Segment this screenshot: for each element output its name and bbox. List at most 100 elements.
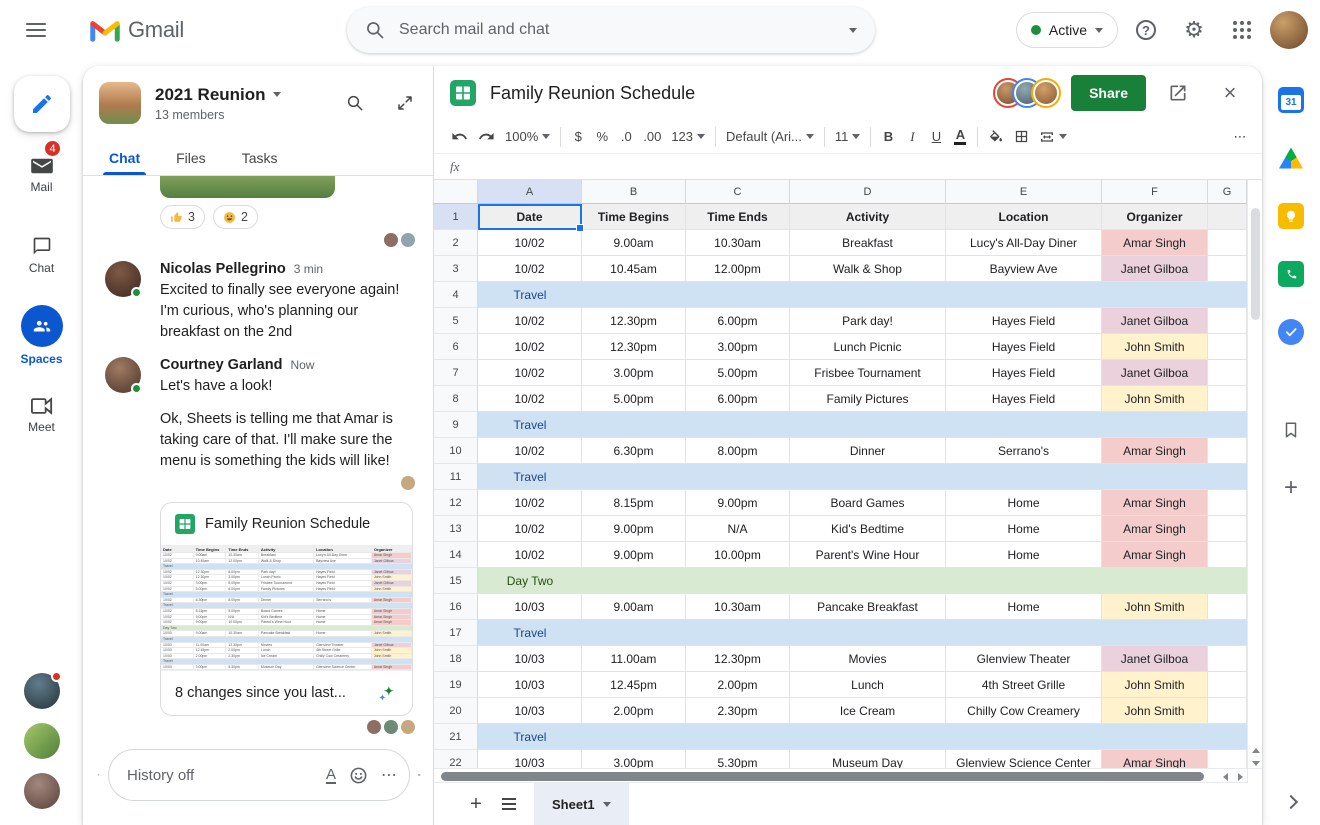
cell[interactable] xyxy=(1208,750,1247,768)
tab-files[interactable]: Files xyxy=(160,150,222,175)
undo-button[interactable] xyxy=(446,124,473,150)
cell[interactable]: 6.30pm xyxy=(582,438,686,464)
cell[interactable]: 12.30pm xyxy=(686,646,790,672)
cell[interactable]: 10/03 xyxy=(478,672,582,698)
cell[interactable]: 10/02 xyxy=(478,230,582,256)
sheet-tab-sheet1[interactable]: Sheet1 xyxy=(534,783,629,825)
cell[interactable]: 10/03 xyxy=(478,646,582,672)
cell[interactable]: John Smith xyxy=(1102,386,1208,412)
cell[interactable]: Parent's Wine Hour xyxy=(790,542,946,568)
scroll-up-icon[interactable] xyxy=(1251,748,1260,753)
status-selector[interactable]: Active xyxy=(1015,12,1118,48)
sidebar-item-mail[interactable]: Mail 4 xyxy=(0,138,83,212)
cell[interactable]: 9.00pm xyxy=(582,516,686,542)
reaction-chip-smiley[interactable]: 2 xyxy=(212,205,258,229)
cell[interactable]: Janet Gilboa xyxy=(1102,256,1208,282)
cell[interactable]: Amar Singh xyxy=(1102,438,1208,464)
merge-cells-button[interactable] xyxy=(1034,124,1072,150)
text-color-button[interactable]: A xyxy=(948,124,972,150)
cell[interactable] xyxy=(1208,698,1247,724)
space-menu-caret-icon[interactable] xyxy=(272,92,281,97)
compose-button[interactable] xyxy=(13,76,70,132)
cell[interactable]: 12.00pm xyxy=(686,256,790,282)
contact-avatar[interactable] xyxy=(23,773,60,809)
cell[interactable]: Lucy's All-Day Diner xyxy=(946,230,1102,256)
all-sheets-icon[interactable] xyxy=(502,798,516,810)
collaborator-avatar[interactable] xyxy=(1031,78,1062,108)
cell[interactable]: Walk & Shop xyxy=(790,256,946,282)
band-row[interactable]: Day Two xyxy=(478,568,1247,594)
cell[interactable]: Date xyxy=(478,204,582,230)
cell[interactable]: 10/02 xyxy=(478,334,582,360)
cell[interactable] xyxy=(1208,308,1247,334)
cell[interactable]: Hayes Field xyxy=(946,360,1102,386)
cell[interactable]: Chilly Cow Creamery xyxy=(946,698,1102,724)
fill-color-button[interactable] xyxy=(983,124,1009,150)
cell[interactable]: Frisbee Tournament xyxy=(790,360,946,386)
cell[interactable]: Amar Singh xyxy=(1102,750,1208,768)
cell[interactable]: Time Begins xyxy=(582,204,686,230)
cell[interactable]: Lunch xyxy=(790,672,946,698)
message-input[interactable]: A ⋯ xyxy=(107,749,410,801)
search-options-caret-icon[interactable] xyxy=(849,27,857,33)
increase-decimal-button[interactable]: .00 xyxy=(638,124,666,150)
cell[interactable]: 9.00pm xyxy=(582,542,686,568)
cell[interactable]: Janet Gilboa xyxy=(1102,646,1208,672)
add-sheet-button[interactable]: + xyxy=(464,792,488,816)
calendar-app-button[interactable]: 31 xyxy=(1271,80,1311,120)
message-author[interactable]: Courtney Garland xyxy=(160,357,282,373)
contact-avatar[interactable] xyxy=(23,723,60,759)
number-format-button[interactable]: 123 xyxy=(666,124,710,150)
percent-format-button[interactable]: % xyxy=(590,124,614,150)
reaction-chip-thumbs-up[interactable]: 3 xyxy=(160,205,205,229)
underline-button[interactable]: U xyxy=(924,124,948,150)
column-header-G[interactable]: G xyxy=(1208,180,1247,204)
cell[interactable]: Amar Singh xyxy=(1102,516,1208,542)
cell[interactable]: 5.00pm xyxy=(686,360,790,386)
cell[interactable] xyxy=(1208,360,1247,386)
emoji-icon[interactable] xyxy=(349,766,368,785)
vertical-scrollbar-thumb[interactable] xyxy=(1251,208,1260,320)
drive-app-button[interactable] xyxy=(1271,138,1311,178)
get-add-ons-button[interactable]: + xyxy=(1271,468,1311,508)
cell[interactable]: 9.00am xyxy=(582,594,686,620)
borders-button[interactable] xyxy=(1009,124,1034,150)
cell[interactable]: 6.00pm xyxy=(686,308,790,334)
cell[interactable]: Hayes Field xyxy=(946,386,1102,412)
cell[interactable]: Ice Cream xyxy=(790,698,946,724)
open-in-new-button[interactable] xyxy=(1158,73,1198,113)
band-row[interactable]: Travel xyxy=(478,464,1247,490)
cell[interactable]: 2.00pm xyxy=(686,672,790,698)
cell[interactable] xyxy=(1208,438,1247,464)
row-header[interactable]: 6 xyxy=(434,334,478,360)
cell[interactable]: Home xyxy=(946,594,1102,620)
cell[interactable]: Family Pictures xyxy=(790,386,946,412)
cell[interactable]: 5.30pm xyxy=(686,750,790,768)
contact-avatar[interactable] xyxy=(23,671,62,709)
tasks-app-button[interactable] xyxy=(1271,312,1311,352)
cell[interactable]: Museum Day xyxy=(790,750,946,768)
cell[interactable]: 3.00pm xyxy=(582,360,686,386)
cell[interactable]: 10/02 xyxy=(478,386,582,412)
formula-bar[interactable]: fx xyxy=(434,154,1262,180)
row-header[interactable]: 19 xyxy=(434,672,478,698)
cell[interactable]: Home xyxy=(946,542,1102,568)
row-header[interactable]: 3 xyxy=(434,256,478,282)
cell[interactable] xyxy=(1208,386,1247,412)
cell[interactable] xyxy=(1208,542,1247,568)
band-row[interactable]: Travel xyxy=(478,412,1247,438)
row-header[interactable]: 21 xyxy=(434,724,478,750)
row-header[interactable]: 18 xyxy=(434,646,478,672)
row-header[interactable]: 10 xyxy=(434,438,478,464)
zoom-select[interactable]: 100% xyxy=(500,124,555,150)
cell[interactable]: 10/02 xyxy=(478,516,582,542)
space-avatar[interactable] xyxy=(99,82,141,124)
gemini-sparkle-icon[interactable] xyxy=(97,763,100,787)
settings-button[interactable]: ⚙ xyxy=(1174,10,1214,50)
column-header-D[interactable]: D xyxy=(790,180,946,204)
close-doc-button[interactable]: × xyxy=(1210,73,1250,113)
cell[interactable]: Amar Singh xyxy=(1102,542,1208,568)
cell[interactable]: Hayes Field xyxy=(946,334,1102,360)
row-header[interactable]: 2 xyxy=(434,230,478,256)
scroll-left-icon[interactable] xyxy=(1223,772,1228,781)
